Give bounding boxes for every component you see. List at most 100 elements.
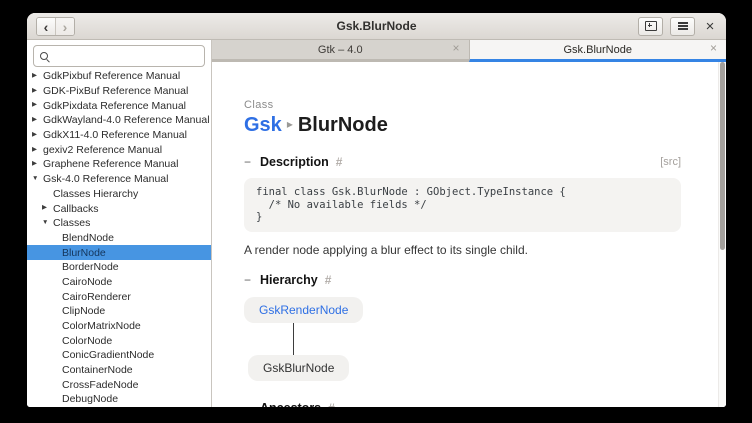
sidebar-tree-item[interactable]: ▼Gsk-4.0 Reference Manual: [27, 172, 211, 187]
collapse-icon[interactable]: −: [244, 273, 253, 287]
tree-item-label: BorderNode: [62, 261, 119, 273]
sidebar-tree-item[interactable]: CairoNode: [27, 275, 211, 290]
search-icon: [39, 51, 50, 62]
expander-icon[interactable]: ▶: [32, 132, 43, 139]
forward-button[interactable]: ›: [55, 18, 74, 35]
search-entry[interactable]: [33, 45, 205, 67]
tree-item-label: Graphene Reference Manual: [43, 158, 178, 170]
hierarchy-node-self: GskBlurNode: [248, 355, 349, 381]
tab-gsk-blurnode[interactable]: Gsk.BlurNode ×: [469, 40, 727, 62]
sidebar-tree-item[interactable]: BlendNode: [27, 231, 211, 246]
tree-item-label: GDK-PixBuf Reference Manual: [43, 85, 188, 97]
expander-icon[interactable]: ▶: [32, 117, 43, 124]
class-name: BlurNode: [298, 114, 388, 136]
tab-label: Gsk.BlurNode: [564, 44, 632, 56]
sidebar-tree-item[interactable]: BlurNode: [27, 245, 211, 260]
section-header-hierarchy: − Hierarchy #: [244, 273, 681, 287]
hierarchy-diagram: GskRenderNode GskBlurNode: [244, 297, 681, 381]
hierarchy-connector-line: [293, 323, 294, 355]
sidebar-tree-item[interactable]: ▶GDK-PixBuf Reference Manual: [27, 84, 211, 99]
collapse-icon[interactable]: −: [244, 401, 253, 408]
anchor-link[interactable]: #: [328, 401, 335, 408]
sidebar-tree-item[interactable]: ContainerNode: [27, 363, 211, 378]
sidebar-tree-item[interactable]: ColorNode: [27, 333, 211, 348]
tab-close-icon[interactable]: ×: [452, 42, 459, 54]
class-summary: A render node applying a blur effect to …: [244, 243, 681, 257]
new-tab-icon: [645, 21, 657, 31]
sidebar-tree-item[interactable]: ColorMatrixNode: [27, 319, 211, 334]
history-nav-group: ‹ ›: [36, 17, 75, 36]
namespace-link[interactable]: Gsk: [244, 114, 282, 136]
forward-icon: ›: [63, 20, 68, 34]
close-window-button[interactable]: ×: [702, 18, 718, 34]
expander-icon[interactable]: ▼: [32, 176, 43, 183]
sidebar-tree-item[interactable]: ▶GdkPixdata Reference Manual: [27, 98, 211, 113]
sidebar-tree-item[interactable]: ▶GdkX11-4.0 Reference Manual: [27, 128, 211, 143]
expander-icon[interactable]: ▶: [32, 102, 43, 109]
scrollbar-thumb[interactable]: [720, 62, 725, 250]
expander-icon[interactable]: ▶: [32, 161, 43, 168]
tab-close-icon[interactable]: ×: [710, 42, 717, 54]
expander-icon[interactable]: ▶: [32, 73, 43, 80]
content-scrollbar[interactable]: [718, 62, 726, 407]
sidebar-tree-item[interactable]: ▶gexiv2 Reference Manual: [27, 142, 211, 157]
doc-content: Class Gsk▸BlurNode − Description # [src]…: [212, 62, 719, 407]
hierarchy-node-parent[interactable]: GskRenderNode: [244, 297, 363, 323]
tree-item-label: CairoNode: [62, 276, 112, 288]
expander-icon[interactable]: ▶: [32, 147, 43, 154]
tree-item-label: Callbacks: [53, 203, 99, 215]
anchor-link[interactable]: #: [336, 155, 343, 169]
tab-label: Gtk – 4.0: [318, 44, 363, 56]
app-window: ‹ › Gsk.BlurNode × ▶GdkPixbuf: [27, 13, 726, 407]
section-header-description: − Description # [src]: [244, 155, 681, 169]
section-title: Description: [260, 155, 329, 169]
collapse-icon[interactable]: −: [244, 155, 253, 169]
hamburger-menu-icon: [678, 25, 688, 26]
tab-bar: Gtk – 4.0 × Gsk.BlurNode ×: [212, 40, 726, 62]
section-header-ancestors: − Ancestors #: [244, 401, 681, 408]
sidebar-tree-item[interactable]: ▶Callbacks: [27, 201, 211, 216]
tree-item-label: DebugNode: [62, 393, 118, 405]
tree-item-label: BlurNode: [62, 247, 106, 259]
tree-item-label: Classes: [53, 217, 90, 229]
sidebar-tree-item[interactable]: ▶GdkPixbuf Reference Manual: [27, 69, 211, 84]
sidebar-tree-item[interactable]: ▼Classes: [27, 216, 211, 231]
page-title: Gsk▸BlurNode: [244, 114, 681, 137]
sidebar-tree-item[interactable]: BorderNode: [27, 260, 211, 275]
tree-item-label: ConicGradientNode: [62, 349, 154, 361]
sidebar-tree-item[interactable]: ▶GdkWayland-4.0 Reference Manual: [27, 113, 211, 128]
window-controls: ×: [638, 17, 718, 35]
sidebar-tree-item[interactable]: Classes Hierarchy: [27, 187, 211, 202]
expander-icon[interactable]: ▼: [42, 220, 53, 227]
back-icon: ‹: [44, 20, 49, 34]
section-title: Hierarchy: [260, 273, 318, 287]
src-link[interactable]: [src]: [660, 156, 681, 168]
menu-button[interactable]: [670, 17, 695, 36]
tree-item-label: ContainerNode: [62, 364, 133, 376]
back-button[interactable]: ‹: [37, 18, 55, 35]
tree-item-label: GdkX11-4.0 Reference Manual: [43, 129, 187, 141]
new-tab-button[interactable]: [638, 17, 663, 36]
tab-gtk-4[interactable]: Gtk – 4.0 ×: [212, 40, 469, 62]
sidebar-tree-item[interactable]: CrossFadeNode: [27, 377, 211, 392]
tree-item-label: ColorNode: [62, 335, 112, 347]
breadcrumb-separator-icon: ▸: [282, 117, 298, 131]
window-title: Gsk.BlurNode: [336, 19, 416, 33]
class-declaration-code: final class Gsk.BlurNode : GObject.TypeI…: [244, 178, 681, 232]
tree-item-label: ClipNode: [62, 305, 105, 317]
kicker-label: Class: [244, 99, 681, 111]
sidebar-tree-item[interactable]: ▶Graphene Reference Manual: [27, 157, 211, 172]
book-tree: ▶GdkPixbuf Reference Manual▶GDK-PixBuf R…: [27, 69, 211, 407]
expander-icon[interactable]: ▶: [42, 205, 53, 212]
expander-icon[interactable]: ▶: [32, 88, 43, 95]
sidebar-tree-item[interactable]: DebugNode: [27, 392, 211, 407]
sidebar-tree-item[interactable]: ConicGradientNode: [27, 348, 211, 363]
main-area: Gtk – 4.0 × Gsk.BlurNode × Class Gsk▸Blu…: [212, 40, 726, 407]
tree-item-label: Gsk-4.0 Reference Manual: [43, 173, 168, 185]
tree-item-label: CairoRenderer: [62, 291, 131, 303]
sidebar-tree-item[interactable]: CairoRenderer: [27, 289, 211, 304]
search-input[interactable]: [55, 50, 199, 63]
tree-item-label: ColorMatrixNode: [62, 320, 141, 332]
sidebar-tree-item[interactable]: ClipNode: [27, 304, 211, 319]
anchor-link[interactable]: #: [325, 273, 332, 287]
